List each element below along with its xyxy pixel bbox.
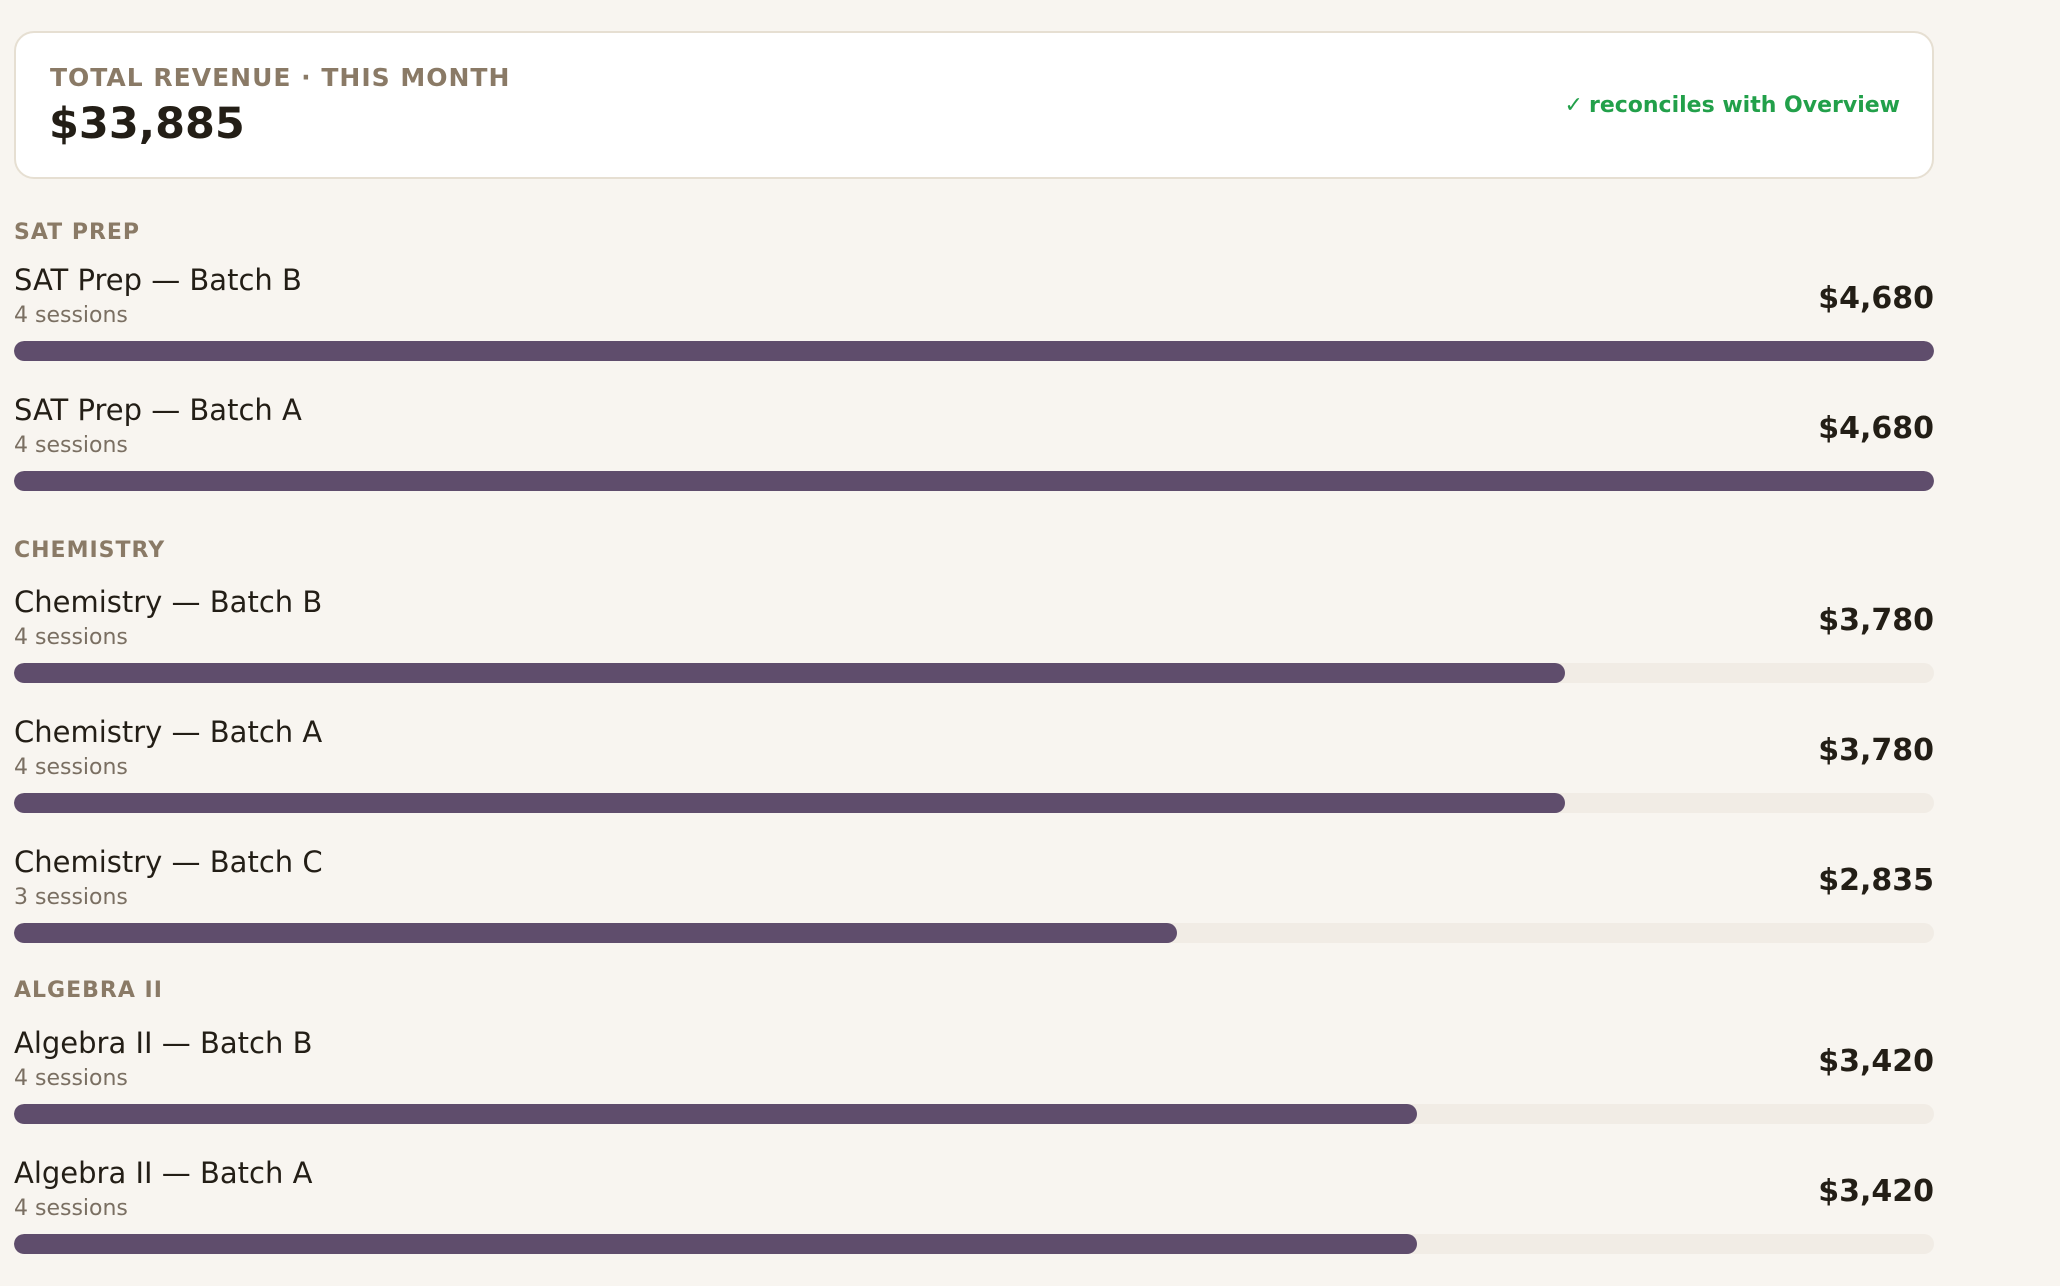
- revenue-bar-fill: [14, 923, 1178, 943]
- total-revenue-label: TOTAL REVENUE · THIS MONTH: [50, 63, 511, 92]
- row-sessions: 4 sessions: [14, 1196, 128, 1221]
- row-title: Chemistry — Batch A: [14, 715, 323, 749]
- revenue-row: Chemistry — Batch A 4 sessions $3,780: [14, 715, 1934, 845]
- revenue-bar-fill: [14, 471, 1934, 491]
- group-sat-prep: SAT PREP SAT Prep — Batch B 4 sessions $…: [14, 219, 1934, 523]
- revenue-breakdown: TOTAL REVENUE · THIS MONTH $33,885 ✓ reco…: [0, 31, 1934, 1286]
- row-amount: $2,835: [1818, 863, 1934, 898]
- row-amount: $3,420: [1818, 1174, 1934, 1209]
- row-sessions: 4 sessions: [14, 1066, 128, 1091]
- row-title: Algebra II — Batch B: [14, 1026, 313, 1060]
- revenue-bar-fill: [14, 341, 1934, 361]
- reconcile-text: reconciles with Overview: [1588, 93, 1900, 118]
- row-sessions: 3 sessions: [14, 885, 128, 910]
- row-amount: $3,420: [1818, 1044, 1934, 1079]
- revenue-bar-fill: [14, 663, 1565, 683]
- row-sessions: 4 sessions: [14, 433, 128, 458]
- row-sessions: 4 sessions: [14, 303, 128, 328]
- row-title: Algebra II — Batch A: [14, 1156, 313, 1190]
- group-label: ALGEBRA II: [14, 978, 163, 1003]
- revenue-bar-track: [14, 793, 1934, 813]
- row-sessions: 4 sessions: [14, 625, 128, 650]
- reconcile-status: ✓ reconciles with Overview: [1565, 93, 1900, 118]
- revenue-bar-track: [14, 923, 1934, 943]
- revenue-bar-track: [14, 1104, 1934, 1124]
- total-revenue-card: TOTAL REVENUE · THIS MONTH $33,885 ✓ reco…: [14, 31, 1934, 179]
- group-label: CHEMISTRY: [14, 538, 166, 563]
- checkmark-icon: ✓: [1564, 93, 1583, 118]
- revenue-row: Algebra II — Batch B 4 sessions $3,420: [14, 1026, 1934, 1156]
- revenue-bar-track: [14, 471, 1934, 491]
- revenue-bar-track: [14, 663, 1934, 683]
- revenue-bar-track: [14, 1234, 1934, 1254]
- revenue-groups: SAT PREP SAT Prep — Batch B 4 sessions $…: [14, 219, 1934, 1286]
- revenue-row: Chemistry — Batch C 3 sessions $2,835: [14, 845, 1934, 975]
- group-label: SAT PREP: [14, 220, 141, 245]
- revenue-row: SAT Prep — Batch A 4 sessions $4,680: [14, 393, 1934, 523]
- revenue-bar-track: [14, 341, 1934, 361]
- group-chemistry: CHEMISTRY Chemistry — Batch B 4 sessions…: [14, 537, 1934, 975]
- revenue-row: SAT Prep — Batch B 4 sessions $4,680: [14, 263, 1934, 393]
- row-title: SAT Prep — Batch B: [14, 263, 302, 297]
- row-title: Chemistry — Batch B: [14, 585, 323, 619]
- row-amount: $3,780: [1818, 603, 1934, 638]
- row-amount: $3,780: [1818, 733, 1934, 768]
- revenue-row: Algebra II — Batch A 4 sessions $3,420: [14, 1156, 1934, 1286]
- row-amount: $4,680: [1818, 411, 1934, 446]
- revenue-row: Chemistry — Batch B 4 sessions $3,780: [14, 585, 1934, 715]
- total-revenue-value: $33,885: [49, 99, 245, 149]
- revenue-bar-fill: [14, 1104, 1418, 1124]
- revenue-bar-fill: [14, 793, 1565, 813]
- row-title: SAT Prep — Batch A: [14, 393, 302, 427]
- revenue-bar-fill: [14, 1234, 1418, 1254]
- row-title: Chemistry — Batch C: [14, 845, 323, 879]
- row-amount: $4,680: [1818, 281, 1934, 316]
- row-sessions: 4 sessions: [14, 755, 128, 780]
